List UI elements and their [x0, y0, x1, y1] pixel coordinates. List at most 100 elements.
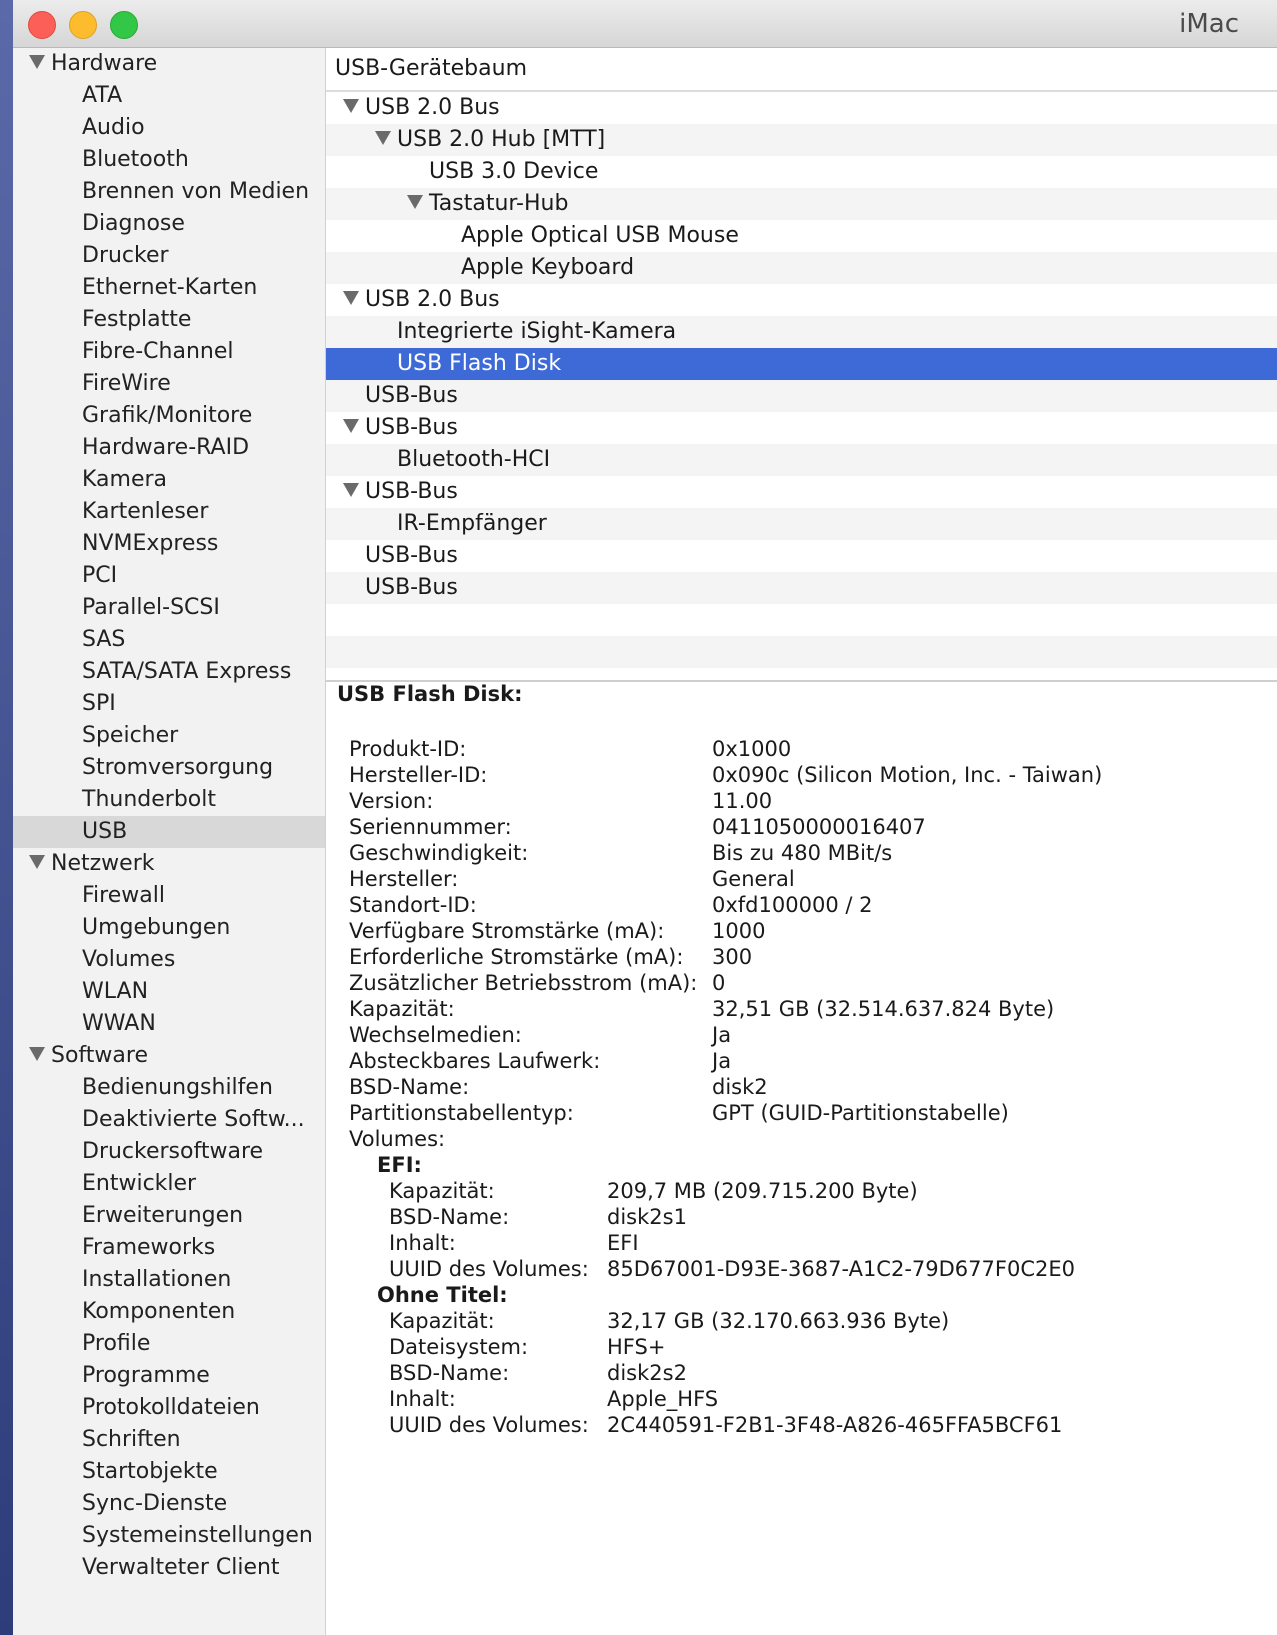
- tree-row[interactable]: USB-Bus: [326, 380, 1277, 412]
- sidebar-item-label: Sync-Dienste: [82, 1491, 228, 1516]
- tree-row-label: Tastatur-Hub: [429, 191, 569, 216]
- sidebar-item[interactable]: Installationen: [13, 1264, 325, 1296]
- sidebar-item[interactable]: Volumes: [13, 944, 325, 976]
- sidebar-item[interactable]: USB: [13, 816, 325, 848]
- sidebar-item-label: SPI: [82, 691, 116, 716]
- tree-row[interactable]: Integrierte iSight-Kamera: [326, 316, 1277, 348]
- disclosure-triangle-icon[interactable]: [407, 195, 423, 209]
- sidebar-item[interactable]: Brennen von Medien: [13, 176, 325, 208]
- tree-row-label: IR-Empfänger: [397, 511, 547, 536]
- sidebar-item-label: Frameworks: [82, 1235, 216, 1260]
- volume-property-label: Inhalt:: [389, 1231, 456, 1255]
- sidebar-item[interactable]: WWAN: [13, 1008, 325, 1040]
- sidebar-item-label: Speicher: [82, 723, 179, 748]
- tree-row[interactable]: USB-Bus: [326, 572, 1277, 604]
- sidebar-item[interactable]: Bluetooth: [13, 144, 325, 176]
- tree-row[interactable]: USB 2.0 Hub [MTT]: [326, 124, 1277, 156]
- sidebar-item-label: Parallel-SCSI: [82, 595, 220, 620]
- sidebar-item[interactable]: Grafik/Monitore: [13, 400, 325, 432]
- sidebar-item[interactable]: Drucker: [13, 240, 325, 272]
- sidebar-item[interactable]: Erweiterungen: [13, 1200, 325, 1232]
- tree-row[interactable]: Apple Keyboard: [326, 252, 1277, 284]
- sidebar-item[interactable]: Programme: [13, 1360, 325, 1392]
- sidebar-item-label: Erweiterungen: [82, 1203, 244, 1228]
- sidebar-item-label: Fibre-Channel: [82, 339, 234, 364]
- sidebar-item[interactable]: Komponenten: [13, 1296, 325, 1328]
- sidebar-item[interactable]: WLAN: [13, 976, 325, 1008]
- volume-property-value: 32,17 GB (32.170.663.936 Byte): [607, 1309, 950, 1333]
- volume-title: Ohne Titel:: [377, 1283, 508, 1307]
- sidebar-item-label: Startobjekte: [82, 1459, 218, 1484]
- sidebar-item[interactable]: Firewall: [13, 880, 325, 912]
- tree-row[interactable]: USB-Bus: [326, 540, 1277, 572]
- minimize-button[interactable]: [69, 11, 97, 39]
- sidebar-item[interactable]: Diagnose: [13, 208, 325, 240]
- sidebar-item[interactable]: Verwalteter Client: [13, 1552, 325, 1584]
- sidebar-item[interactable]: Fibre-Channel: [13, 336, 325, 368]
- sidebar-group[interactable]: Netzwerk: [13, 848, 325, 880]
- tree-row-label: Apple Keyboard: [461, 255, 635, 280]
- sidebar-item[interactable]: SATA/SATA Express: [13, 656, 325, 688]
- sidebar-item[interactable]: Profile: [13, 1328, 325, 1360]
- sidebar-item-label: Installationen: [82, 1267, 232, 1292]
- detail-panel: USB Flash Disk: Produkt-ID: 0x1000 Herstel…: [326, 682, 1277, 1635]
- disclosure-triangle-icon[interactable]: [343, 483, 359, 497]
- tree-row-label: USB 2.0 Hub [MTT]: [397, 127, 606, 152]
- tree-row[interactable]: USB Flash Disk: [326, 348, 1277, 380]
- zoom-button[interactable]: [110, 11, 138, 39]
- sidebar-item[interactable]: Druckersoftware: [13, 1136, 325, 1168]
- sidebar-item[interactable]: FireWire: [13, 368, 325, 400]
- sidebar-item[interactable]: Startobjekte: [13, 1456, 325, 1488]
- volume-property-value: Apple_HFS: [607, 1387, 719, 1411]
- tree-row[interactable]: Apple Optical USB Mouse: [326, 220, 1277, 252]
- sidebar-item[interactable]: Bedienungshilfen: [13, 1072, 325, 1104]
- disclosure-triangle-icon[interactable]: [343, 291, 359, 305]
- disclosure-triangle-icon[interactable]: [29, 1047, 45, 1061]
- sidebar-item[interactable]: Frameworks: [13, 1232, 325, 1264]
- sidebar-item[interactable]: Thunderbolt: [13, 784, 325, 816]
- sidebar-item[interactable]: Ethernet-Karten: [13, 272, 325, 304]
- sidebar-item[interactable]: Parallel-SCSI: [13, 592, 325, 624]
- sidebar-item[interactable]: SAS: [13, 624, 325, 656]
- sidebar-item[interactable]: Audio: [13, 112, 325, 144]
- sidebar-item[interactable]: Kartenleser: [13, 496, 325, 528]
- sidebar-group[interactable]: Hardware: [13, 48, 325, 80]
- disclosure-triangle-icon[interactable]: [29, 55, 45, 69]
- close-button[interactable]: [28, 11, 56, 39]
- sidebar-item[interactable]: Hardware-RAID: [13, 432, 325, 464]
- volume-property-value: disk2s1: [607, 1205, 687, 1229]
- sidebar-item[interactable]: Umgebungen: [13, 912, 325, 944]
- disclosure-triangle-icon[interactable]: [29, 855, 45, 869]
- disclosure-triangle-icon[interactable]: [343, 99, 359, 113]
- sidebar-item[interactable]: Entwickler: [13, 1168, 325, 1200]
- sidebar-item[interactable]: NVMExpress: [13, 528, 325, 560]
- tree-row[interactable]: USB-Bus: [326, 412, 1277, 444]
- tree-row-label: Integrierte iSight-Kamera: [397, 319, 677, 344]
- sidebar-item[interactable]: ATA: [13, 80, 325, 112]
- sidebar-group[interactable]: Software: [13, 1040, 325, 1072]
- tree-row[interactable]: IR-Empfänger: [326, 508, 1277, 540]
- sidebar-item[interactable]: Deaktivierte Softw...: [13, 1104, 325, 1136]
- tree-row[interactable]: Bluetooth-HCI: [326, 444, 1277, 476]
- tree-row[interactable]: Tastatur-Hub: [326, 188, 1277, 220]
- tree-row[interactable]: USB-Bus: [326, 476, 1277, 508]
- sidebar-item[interactable]: Sync-Dienste: [13, 1488, 325, 1520]
- sidebar-item[interactable]: PCI: [13, 560, 325, 592]
- sidebar-item[interactable]: Protokolldateien: [13, 1392, 325, 1424]
- tree-row[interactable]: USB 2.0 Bus: [326, 284, 1277, 316]
- sidebar-item[interactable]: Speicher: [13, 720, 325, 752]
- property-value: 0x090c (Silicon Motion, Inc. - Taiwan): [712, 763, 1103, 787]
- title-bar[interactable]: iMac: [13, 0, 1277, 48]
- sidebar-item[interactable]: Stromversorgung: [13, 752, 325, 784]
- sidebar-item[interactable]: Schriften: [13, 1424, 325, 1456]
- tree-row[interactable]: USB 2.0 Bus: [326, 92, 1277, 124]
- property-label: Version:: [349, 789, 434, 813]
- sidebar-item[interactable]: SPI: [13, 688, 325, 720]
- sidebar-item[interactable]: Festplatte: [13, 304, 325, 336]
- sidebar-item-label: Diagnose: [82, 211, 185, 236]
- sidebar-item[interactable]: Kamera: [13, 464, 325, 496]
- sidebar-item[interactable]: Systemeinstellungen: [13, 1520, 325, 1552]
- disclosure-triangle-icon[interactable]: [375, 131, 391, 145]
- disclosure-triangle-icon[interactable]: [343, 419, 359, 433]
- tree-row[interactable]: USB 3.0 Device: [326, 156, 1277, 188]
